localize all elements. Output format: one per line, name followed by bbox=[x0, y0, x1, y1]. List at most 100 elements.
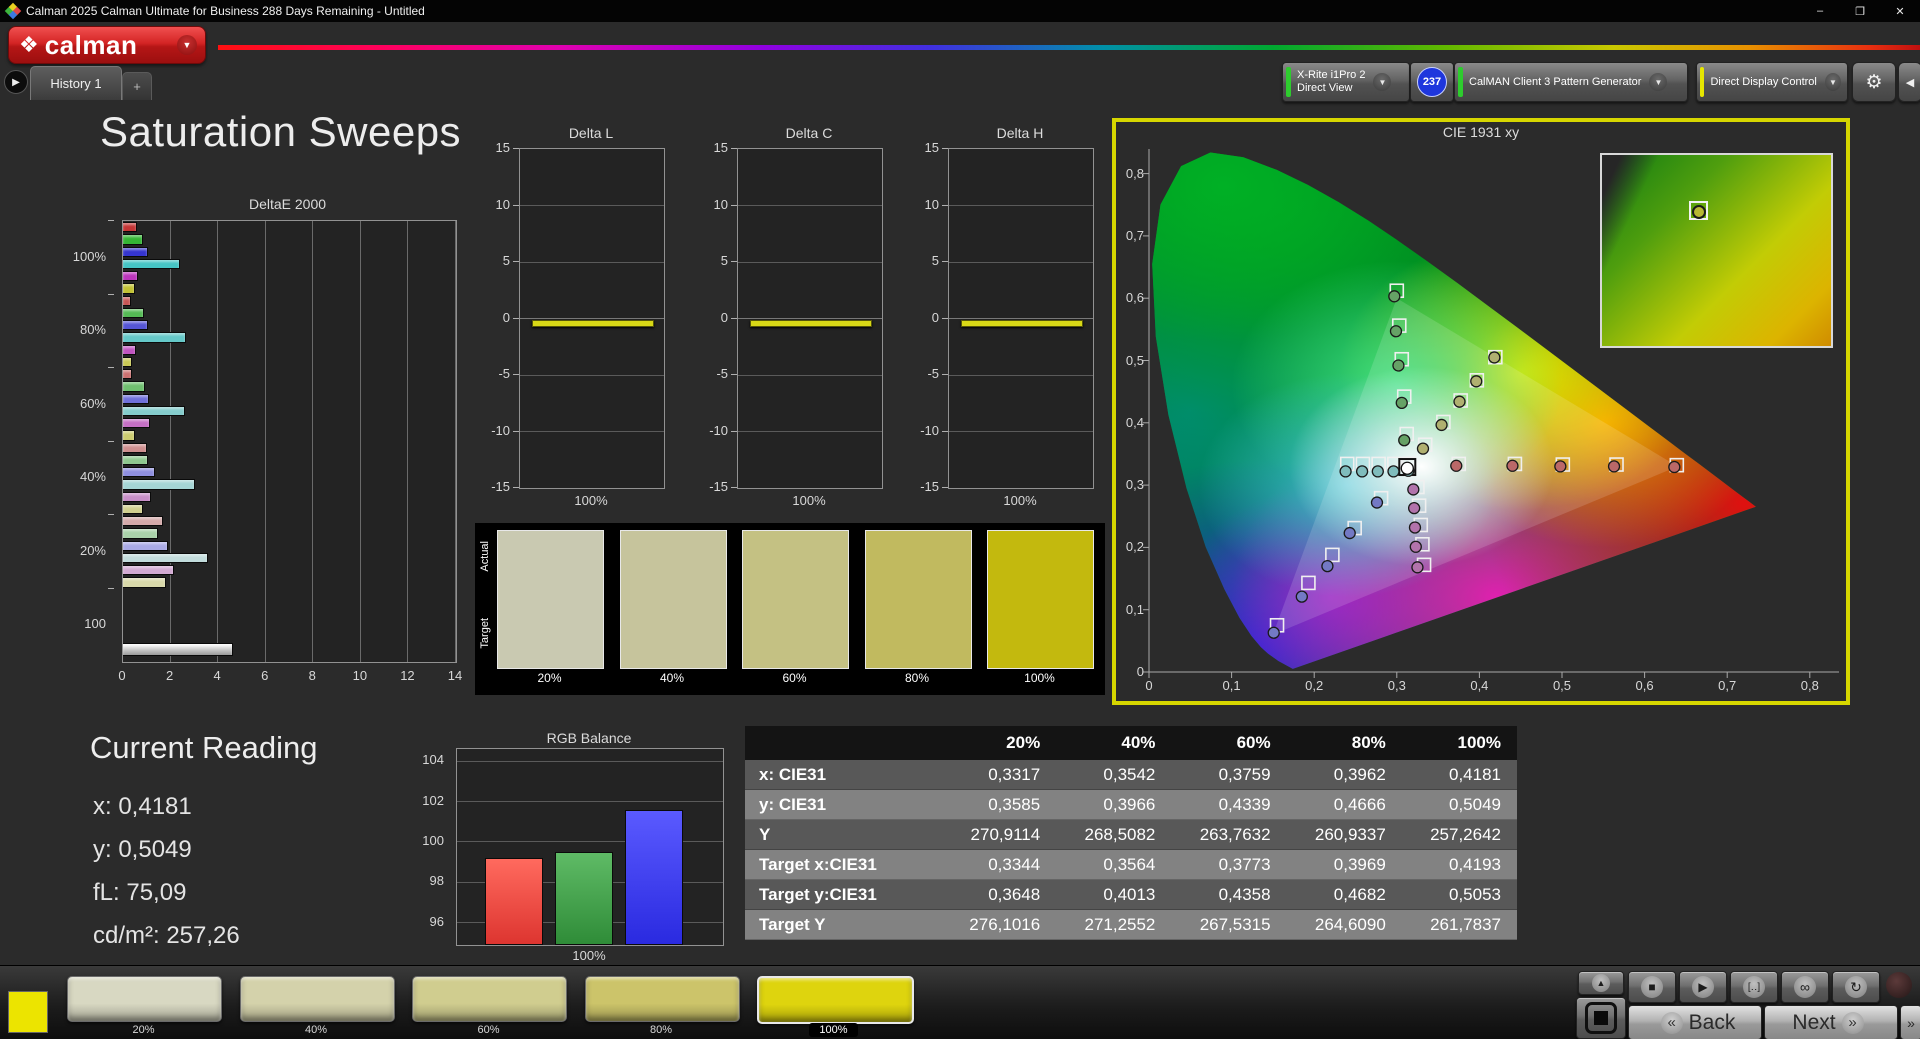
deltae-bar bbox=[123, 479, 196, 490]
deltae-x-tick: 8 bbox=[308, 668, 316, 683]
single-measure-icon: [‥] bbox=[1743, 976, 1765, 998]
rgb-y-tick: 104 bbox=[422, 752, 444, 768]
pattern-generator-button[interactable]: CalMAN Client 3 Pattern Generator ▼ bbox=[1454, 62, 1688, 102]
measurement-table: 20% 40% 60% 80% 100% x: CIE31 0,3317 0,3542 0,37… bbox=[745, 726, 1517, 940]
calman-menu-button[interactable]: ❖ calman ▼ bbox=[8, 26, 206, 64]
add-tab-button[interactable]: + bbox=[122, 72, 152, 100]
delta-plot bbox=[948, 148, 1094, 489]
table-header-cell: 60% bbox=[1171, 726, 1287, 760]
tray-expand-button[interactable]: ▲ bbox=[1578, 971, 1624, 995]
deltae-bar bbox=[123, 454, 148, 465]
next-button[interactable]: Next » bbox=[1764, 1005, 1898, 1039]
table-cell: 257,2642 bbox=[1401, 820, 1517, 850]
delta-x-label: 100% bbox=[1003, 493, 1037, 508]
table-cell: 271,2552 bbox=[1056, 910, 1172, 940]
deltae-bar bbox=[123, 528, 159, 539]
measured-point-yellow bbox=[1488, 351, 1501, 364]
current-pattern-swatch[interactable] bbox=[8, 991, 48, 1033]
tick-mark bbox=[108, 514, 114, 515]
current-reading-fl: fL: 75,09 bbox=[93, 879, 187, 906]
deltae-bar bbox=[123, 295, 132, 306]
restore-button[interactable]: ❐ bbox=[1840, 0, 1880, 22]
measured-point-marker bbox=[1692, 204, 1707, 219]
saturation-swatch bbox=[987, 530, 1094, 669]
measured-point-red bbox=[1607, 460, 1621, 473]
refresh-button[interactable]: ↻ bbox=[1832, 971, 1880, 1003]
measured-point-red bbox=[1450, 459, 1463, 472]
panel-expand-button[interactable]: » bbox=[1900, 1005, 1920, 1039]
pattern-swatch-button-100%[interactable] bbox=[757, 976, 914, 1024]
display-control-button[interactable]: Direct Display Control ▼ bbox=[1696, 62, 1848, 102]
table-header-cell: 20% bbox=[941, 726, 1057, 760]
deltae-bar-group bbox=[123, 589, 456, 663]
delta-chart-title: Delta H bbox=[996, 125, 1044, 141]
deltae-bar bbox=[123, 283, 135, 294]
delta-chart-title: Delta L bbox=[568, 125, 614, 141]
pattern-window-icon bbox=[1585, 1002, 1617, 1034]
delta-value-line bbox=[960, 320, 1084, 328]
pattern-swatch-button-80%[interactable] bbox=[584, 976, 740, 1022]
rgb-bar-red bbox=[485, 858, 543, 945]
rgb-bar-blue bbox=[625, 809, 683, 945]
swatch-label: 60% bbox=[782, 671, 807, 685]
table-cell: 0,4181 bbox=[1401, 760, 1517, 790]
delta-c-chart: Delta C 15 10 5 0 -5 -10 -15 100% bbox=[682, 125, 883, 515]
table-cell: 267,5315 bbox=[1171, 910, 1287, 940]
tab-history-1[interactable]: History 1 bbox=[30, 66, 122, 100]
pattern-swatch-button-40%[interactable] bbox=[239, 976, 395, 1022]
chevron-down-icon: ▼ bbox=[177, 35, 197, 55]
rgb-balance-chart bbox=[456, 748, 724, 946]
table-row-label: x: CIE31 bbox=[745, 760, 941, 790]
tab-nav-button[interactable]: ▶ bbox=[4, 70, 28, 94]
measured-point-cyan bbox=[1387, 465, 1400, 478]
current-reading-x: x: 0,4181 bbox=[93, 793, 192, 820]
cie-x-tick: 0,6 bbox=[1635, 678, 1654, 693]
deltae-x-tick: 2 bbox=[165, 668, 174, 683]
cie-y-tick: 0,1 bbox=[1125, 601, 1144, 617]
cie-x-tick: 0,3 bbox=[1387, 678, 1406, 693]
tick-mark bbox=[731, 148, 737, 149]
table-header-cell bbox=[745, 726, 941, 760]
minimize-button[interactable]: – bbox=[1800, 0, 1840, 22]
tick-mark bbox=[108, 440, 114, 442]
gridline bbox=[520, 205, 664, 206]
meter-select-button[interactable]: X-Rite i1Pro 2 Direct View ▼ bbox=[1282, 62, 1410, 102]
tick-mark bbox=[513, 430, 519, 432]
measured-point-green bbox=[1389, 325, 1403, 338]
collapse-panel-button[interactable]: ◀ bbox=[1898, 62, 1920, 102]
tick-mark bbox=[731, 487, 737, 488]
pattern-swatch-button-60%[interactable] bbox=[412, 976, 567, 1022]
back-label: Back bbox=[1688, 1010, 1736, 1034]
pattern-swatch-button-20%[interactable] bbox=[67, 976, 222, 1022]
settings-button[interactable]: ⚙ bbox=[1852, 62, 1896, 102]
single-measure-button[interactable]: [‥] bbox=[1730, 971, 1778, 1003]
measured-point-red bbox=[1554, 460, 1567, 473]
close-button[interactable]: ✕ bbox=[1880, 0, 1920, 22]
cie-y-tick: 0 bbox=[1136, 664, 1144, 679]
chevrons-left-icon: « bbox=[1660, 1011, 1683, 1034]
delta-y-tick: 5 bbox=[502, 253, 510, 268]
table-row-label: y: CIE31 bbox=[745, 790, 941, 820]
deltae-bar bbox=[123, 393, 149, 404]
play-button[interactable]: ▶ bbox=[1679, 971, 1727, 1003]
back-button[interactable]: « Back bbox=[1628, 1005, 1762, 1039]
rgb-y-tick: 100 bbox=[422, 832, 444, 848]
table-cell: 0,4358 bbox=[1171, 880, 1287, 910]
pattern-window-button[interactable] bbox=[1576, 997, 1626, 1039]
continuous-measure-button[interactable]: ∞ bbox=[1781, 971, 1829, 1003]
measured-point-cyan bbox=[1355, 465, 1369, 478]
table-row-label: Target Y bbox=[745, 910, 941, 940]
delta-plot bbox=[519, 148, 665, 489]
table-cell: 0,4339 bbox=[1171, 790, 1287, 820]
stop-button[interactable]: ■ bbox=[1628, 971, 1676, 1003]
deltae-bar bbox=[123, 222, 138, 233]
rgb-y-tick: 98 bbox=[429, 873, 444, 889]
current-reading-cdm2: cd/m²: 257,26 bbox=[93, 922, 240, 949]
measured-point-cyan bbox=[1371, 465, 1384, 478]
deltae-group-label: 20% bbox=[79, 542, 106, 558]
tick-mark bbox=[513, 261, 519, 262]
deltae-x-tick: 6 bbox=[261, 668, 269, 683]
meter-count-button[interactable]: 237 bbox=[1410, 62, 1454, 102]
deltae-group-label: 100 bbox=[84, 616, 106, 632]
display-control-label: Direct Display Control bbox=[1710, 75, 1817, 88]
